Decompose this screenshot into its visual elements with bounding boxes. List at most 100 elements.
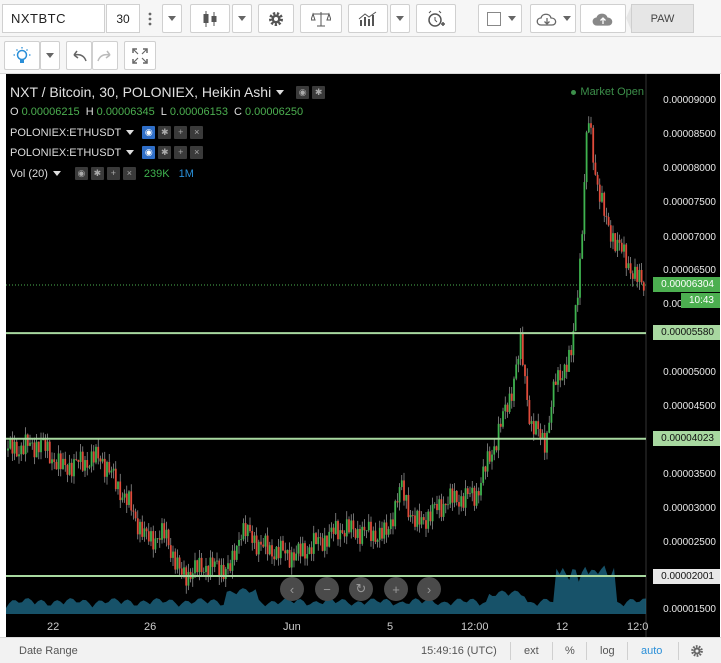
interval-dropdown-button[interactable] — [162, 4, 182, 33]
close-icon[interactable]: × — [190, 146, 204, 159]
divider — [510, 642, 511, 660]
indicators-button[interactable] — [348, 4, 388, 33]
chevron-down-icon[interactable] — [126, 130, 135, 135]
hints-dropdown[interactable] — [40, 41, 60, 70]
open-label: O — [10, 106, 19, 118]
interval-menu-icon[interactable] — [142, 4, 158, 33]
symbol-title[interactable]: NXT / Bitcoin, 30, POLONIEX, Heikin Ashi — [10, 84, 271, 100]
auto-scale-toggle[interactable]: auto — [641, 638, 662, 663]
candle-body — [57, 453, 60, 470]
price-tick: 0.00006500 — [663, 265, 716, 276]
save-cloud-button[interactable] — [530, 4, 576, 33]
zoom-in-button[interactable]: + — [384, 577, 408, 601]
candle-body — [187, 571, 190, 586]
time-tick: 22 — [47, 621, 60, 633]
secondary-toolbar — [0, 37, 721, 74]
candle-body — [526, 376, 529, 400]
candle-body — [317, 537, 320, 544]
indicator-name[interactable]: POLONIEX:ETHUSDT — [10, 127, 121, 139]
candle-body — [365, 530, 368, 532]
chevron-down-icon[interactable] — [276, 89, 285, 95]
candle-body — [361, 526, 364, 544]
candle-body — [266, 535, 269, 555]
chart-type-dropdown[interactable] — [232, 4, 252, 33]
gear-icon[interactable]: ✱ — [158, 126, 172, 139]
interval-input[interactable]: 30 — [106, 4, 140, 33]
reset-chart-button[interactable]: ↻ — [349, 577, 373, 601]
log-scale-toggle[interactable]: log — [600, 638, 615, 663]
volume-ma-value: 1M — [178, 167, 194, 180]
hints-button[interactable] — [4, 41, 40, 70]
horizontal-line-price-tag: 0.00002001 — [653, 569, 720, 584]
plus-icon[interactable]: + — [106, 167, 120, 180]
gear-icon[interactable]: ✱ — [312, 85, 326, 99]
candle-body — [598, 184, 601, 202]
symbol-input[interactable]: NXTBTC — [2, 4, 105, 33]
candle-body — [403, 480, 405, 501]
close-icon[interactable]: × — [122, 167, 136, 180]
chart-type-button[interactable] — [190, 4, 230, 33]
volume-name[interactable]: Vol (20) — [10, 168, 48, 180]
plus-icon[interactable]: + — [174, 146, 188, 159]
load-cloud-button[interactable] — [580, 4, 626, 33]
eye-icon[interactable]: ◉ — [142, 126, 156, 139]
candle-body — [359, 528, 361, 544]
percent-scale-toggle[interactable]: % — [565, 638, 575, 663]
chevron-down-icon[interactable] — [52, 171, 61, 176]
eye-icon[interactable]: ◉ — [74, 167, 88, 180]
candle-body — [48, 441, 51, 464]
chart-pane[interactable]: NXT / Bitcoin, 30, POLONIEX, Heikin Ashi… — [6, 74, 720, 637]
candle-body — [95, 446, 97, 463]
settings-button[interactable] — [258, 4, 294, 33]
indicator-name[interactable]: POLONIEX:ETHUSDT — [10, 147, 121, 159]
candle-body — [229, 563, 232, 571]
candle-body — [79, 451, 82, 462]
gear-icon[interactable]: ✱ — [90, 167, 104, 180]
date-range-button[interactable]: Date Range — [19, 638, 78, 663]
candle-body — [143, 528, 146, 537]
alert-button[interactable] — [416, 4, 456, 33]
eye-icon[interactable]: ◉ — [142, 146, 156, 159]
candle-body — [431, 504, 434, 522]
candle-body — [200, 557, 203, 573]
candle-body — [7, 448, 9, 451]
chevron-down-icon[interactable] — [126, 150, 135, 155]
eye-icon[interactable]: ◉ — [296, 85, 310, 99]
candle-body — [169, 545, 172, 558]
extended-hours-toggle[interactable]: ext — [524, 638, 539, 663]
candle-body — [249, 524, 251, 532]
candle-body — [46, 441, 49, 451]
candle-body — [18, 454, 20, 457]
candle-body — [180, 568, 183, 575]
plus-icon[interactable]: + — [174, 126, 188, 139]
candle-body — [436, 503, 438, 511]
candle-body — [117, 481, 119, 490]
gear-icon[interactable]: ✱ — [158, 146, 172, 159]
compare-button[interactable] — [300, 4, 342, 33]
account-button[interactable]: PAW — [631, 4, 694, 33]
chevron-down-icon — [168, 16, 176, 21]
low-label: L — [160, 106, 167, 118]
indicators-dropdown[interactable] — [390, 4, 410, 33]
scroll-left-button[interactable]: ‹ — [280, 577, 304, 601]
color-theme-button[interactable] — [478, 4, 522, 33]
redo-button[interactable] — [92, 41, 118, 70]
scale-settings-button[interactable] — [690, 638, 704, 663]
candle-body — [444, 503, 447, 506]
candle-body — [460, 496, 463, 507]
candle-body — [332, 527, 335, 534]
undo-button[interactable] — [66, 41, 92, 70]
candle-body — [348, 519, 350, 533]
time-axis[interactable]: 22 26 Jun 5 12:00 12 12:0 — [6, 614, 648, 636]
divider — [552, 642, 553, 660]
candle-body — [614, 233, 617, 251]
close-icon[interactable]: × — [190, 126, 204, 139]
scroll-right-button[interactable]: › — [417, 577, 441, 601]
candle-body — [482, 466, 485, 483]
candle-body — [323, 535, 326, 551]
candle-body — [425, 520, 427, 529]
zoom-out-button[interactable]: − — [315, 577, 339, 601]
fullscreen-button[interactable] — [124, 41, 156, 70]
candle-body — [224, 568, 227, 580]
candle-body — [218, 560, 221, 577]
